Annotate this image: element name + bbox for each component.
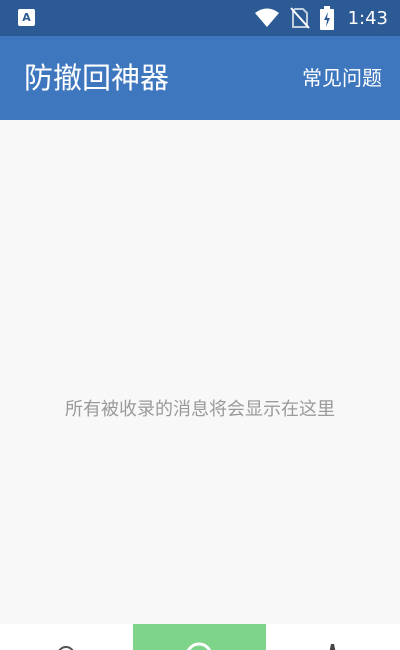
notification-app-icon: A xyxy=(18,9,35,26)
app-bar: 防撤回神器 常见问题 xyxy=(0,36,400,120)
person-icon xyxy=(329,644,336,650)
nav-tab-messages[interactable] xyxy=(133,624,266,650)
faq-button[interactable]: 常见问题 xyxy=(302,64,382,92)
bottom-navigation xyxy=(0,624,400,650)
nav-tab-search[interactable] xyxy=(0,624,133,650)
battery-charging-icon xyxy=(319,6,334,30)
message-list-area: 所有被收录的消息将会显示在这里 xyxy=(0,120,400,624)
no-sim-icon xyxy=(289,7,310,29)
status-bar: A 1:43 xyxy=(0,0,400,36)
search-icon xyxy=(58,646,74,650)
status-time: 1:43 xyxy=(347,7,388,29)
chat-icon xyxy=(186,642,212,650)
nav-tab-profile[interactable] xyxy=(266,624,400,650)
page-title: 防撤回神器 xyxy=(24,61,170,95)
empty-state-message: 所有被收录的消息将会显示在这里 xyxy=(65,399,335,420)
status-icons: 1:43 xyxy=(254,0,388,36)
wifi-icon xyxy=(254,8,280,28)
